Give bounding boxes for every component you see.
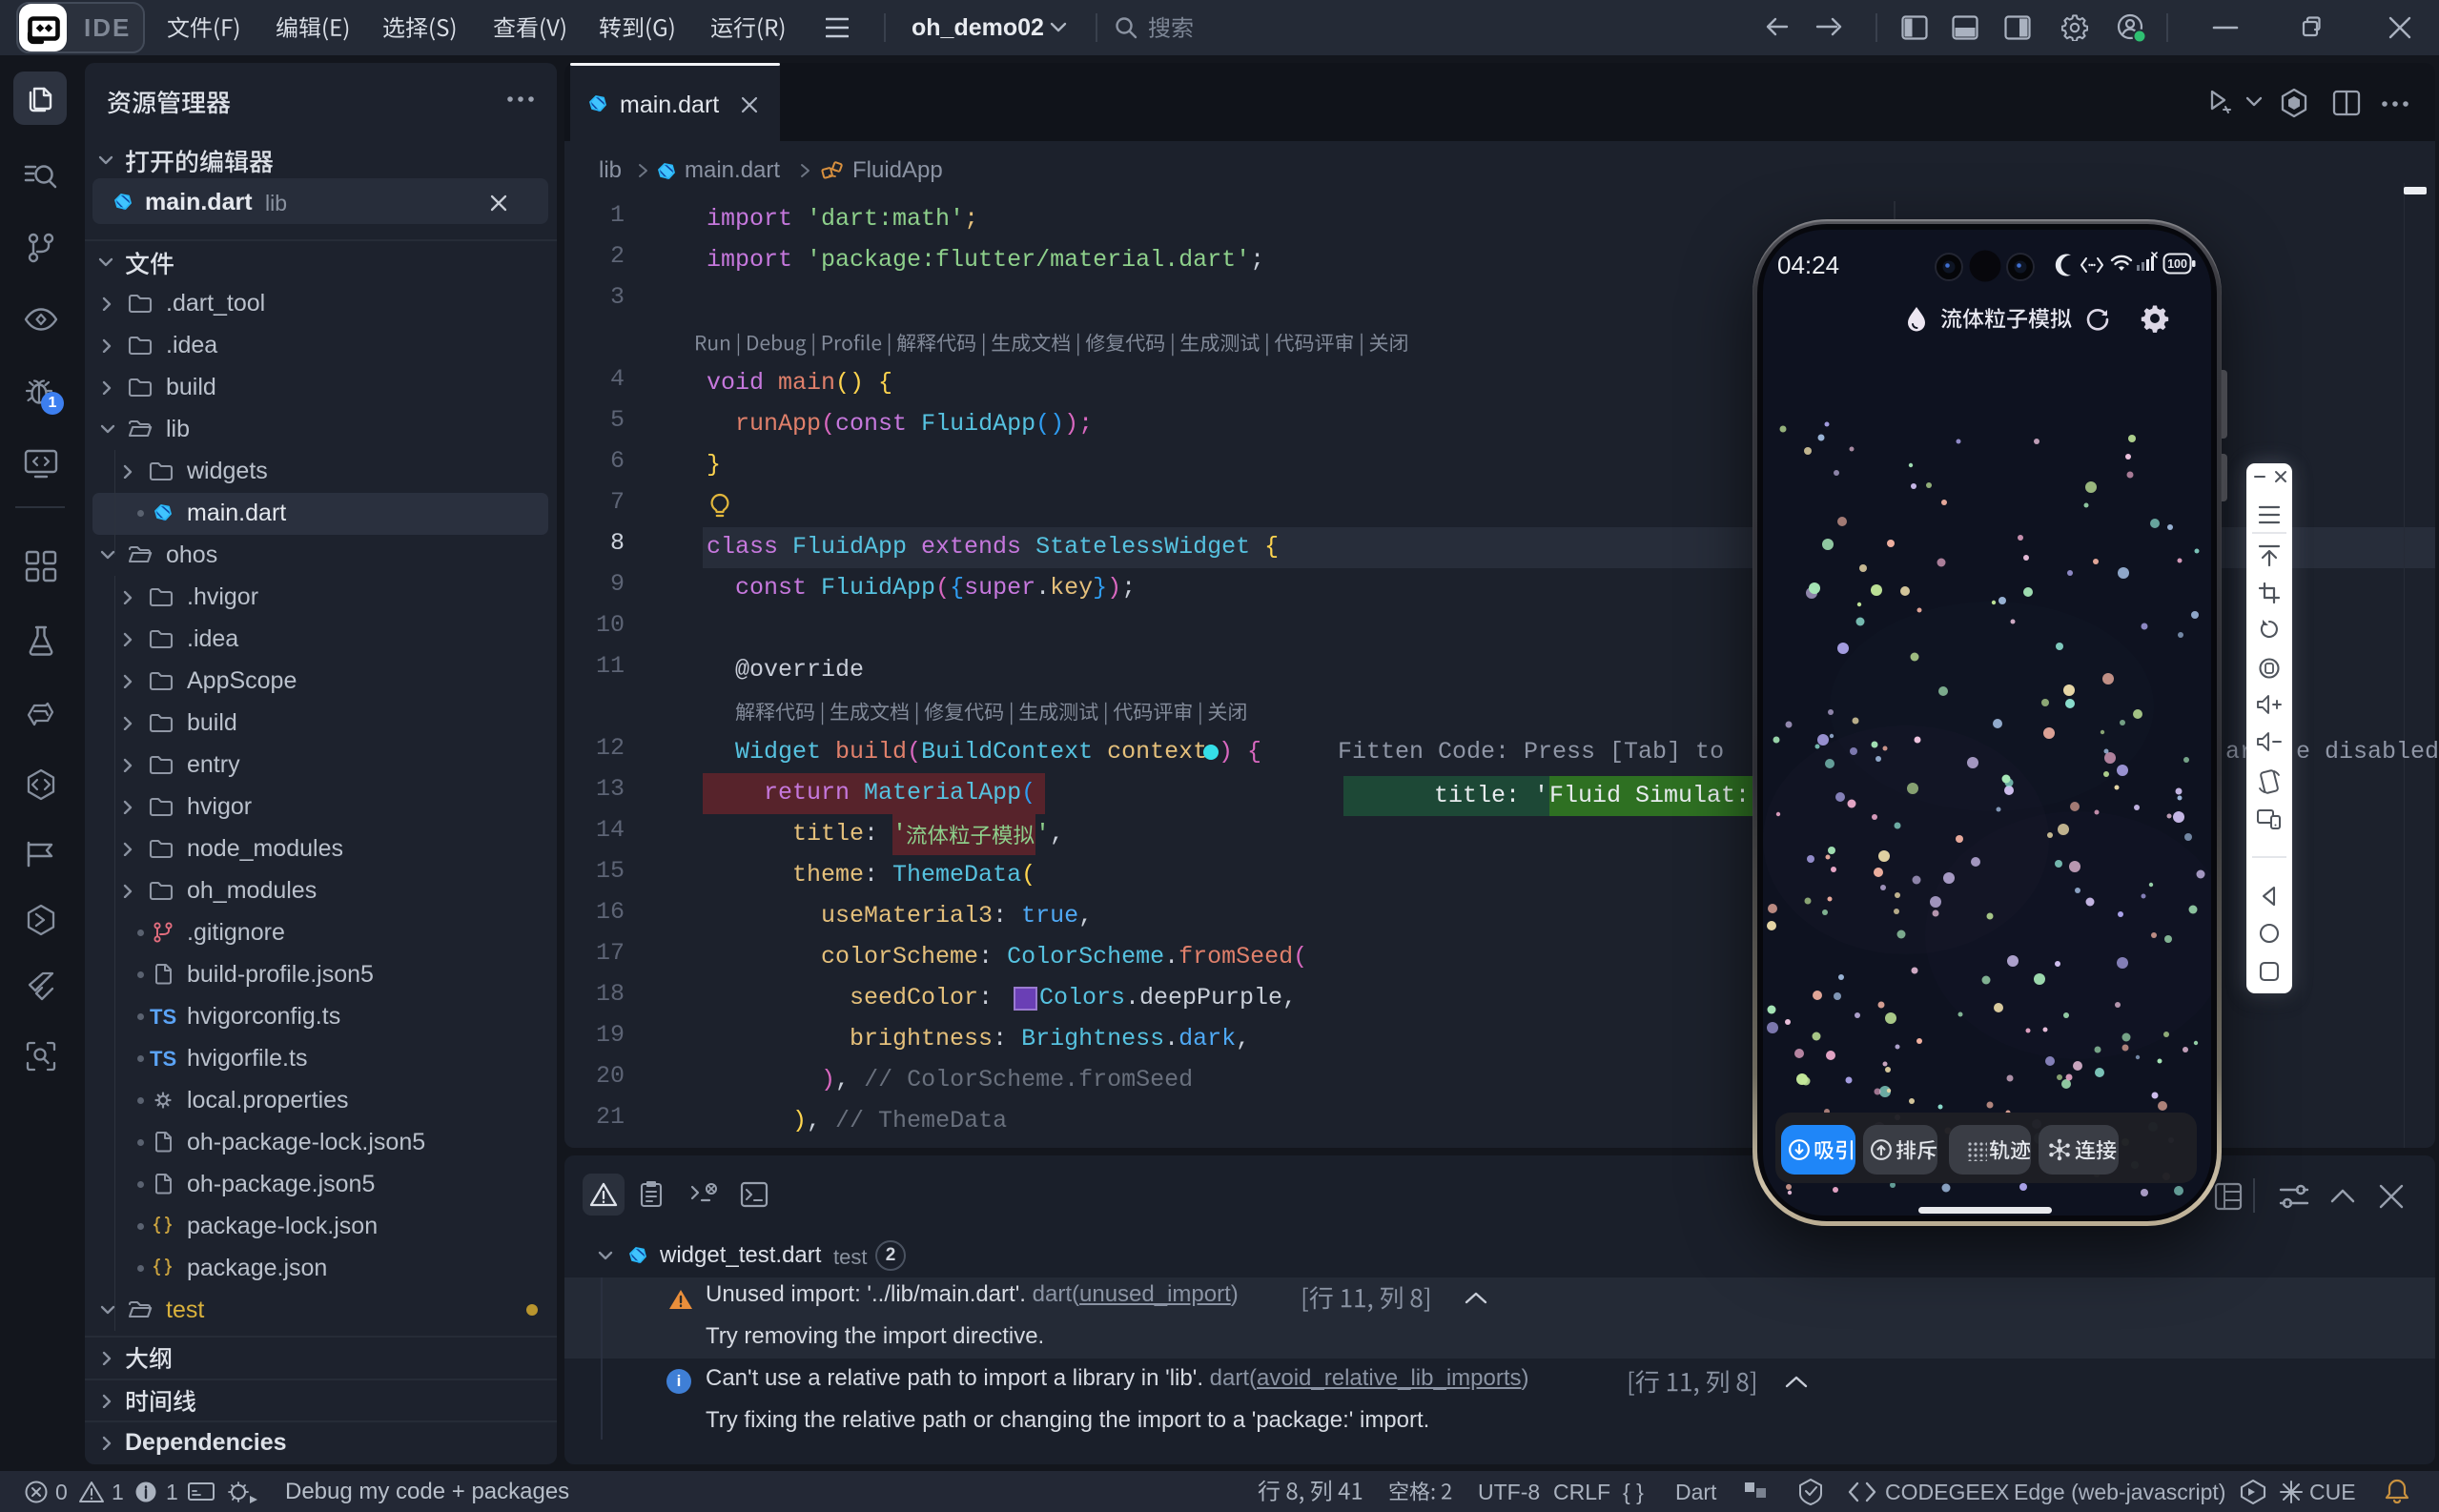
svg-text:100: 100 <box>2167 257 2187 271</box>
